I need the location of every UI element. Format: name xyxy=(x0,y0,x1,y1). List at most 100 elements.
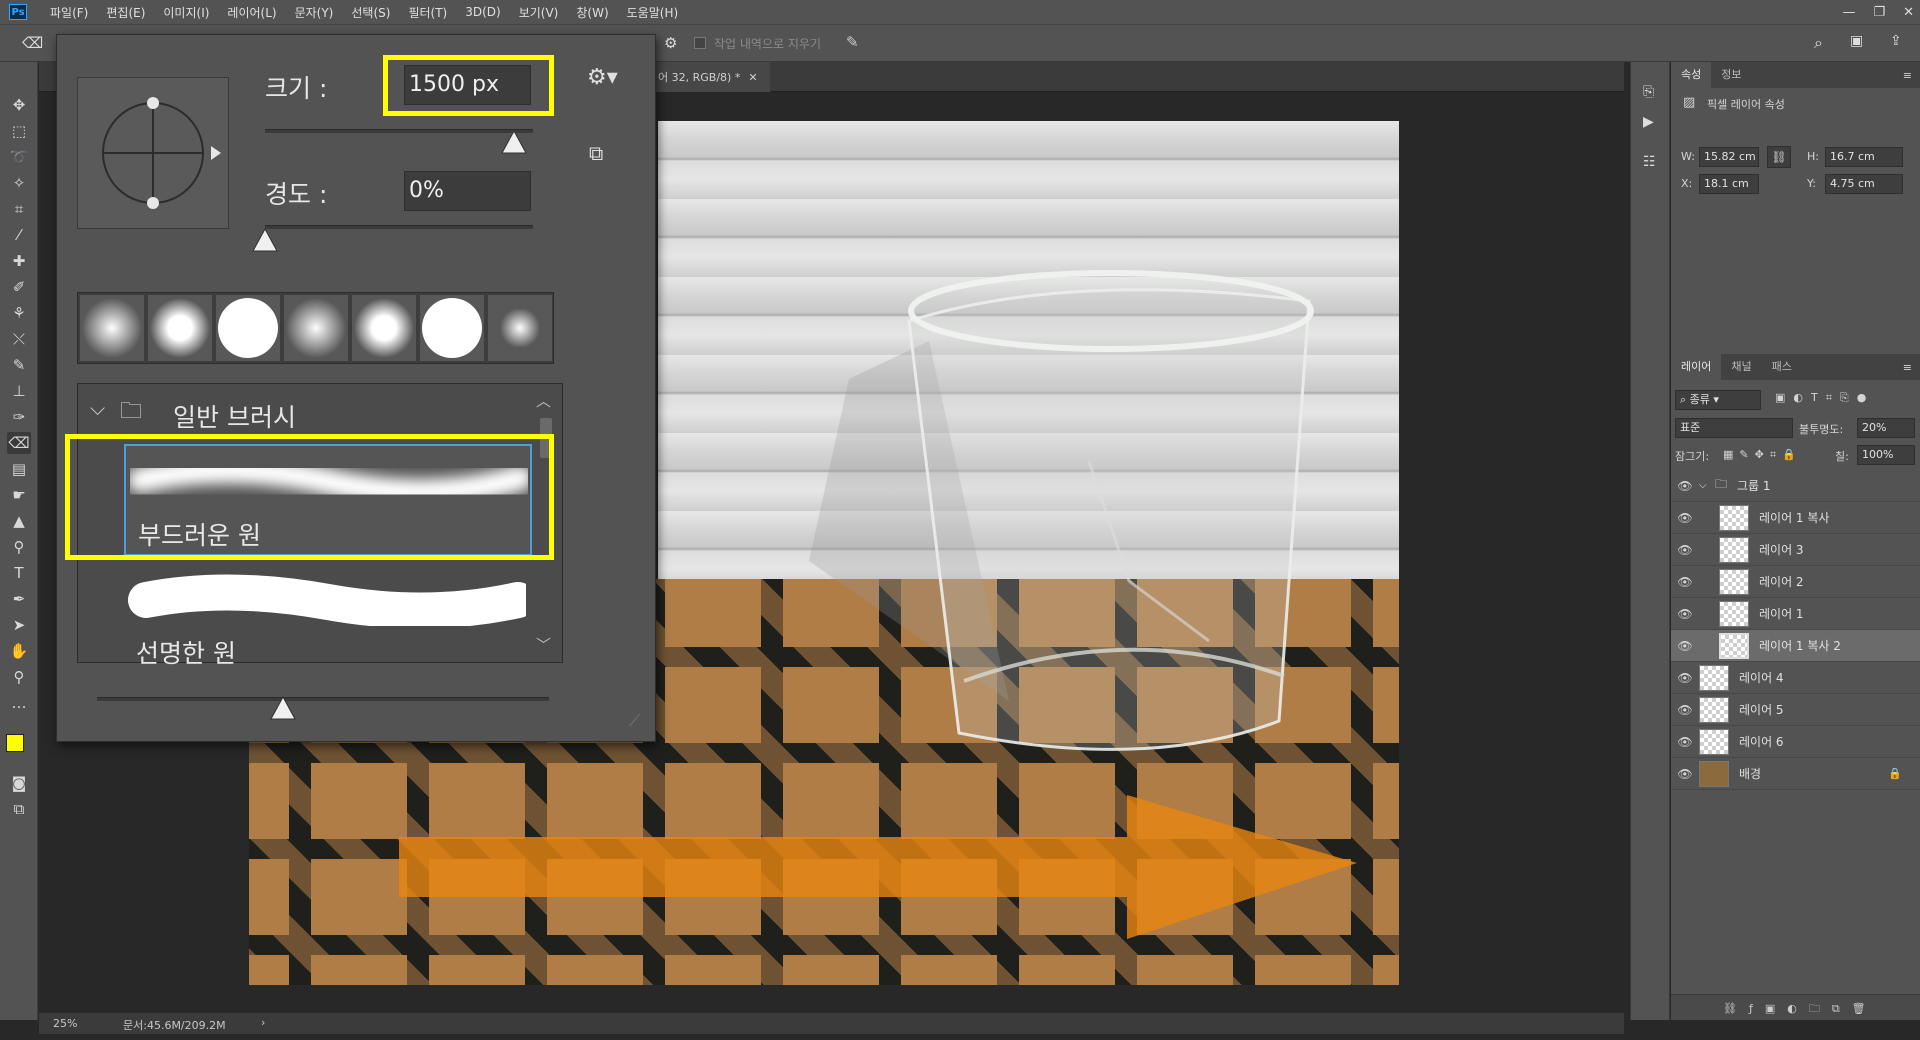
eraser-tool-icon[interactable]: ⌫ xyxy=(7,432,31,454)
panel-menu-icon[interactable]: ≡ xyxy=(1903,69,1920,82)
dodge-tool-icon[interactable]: ⚲ xyxy=(7,536,31,558)
layer-row-background[interactable]: 👁 배경 🔒 xyxy=(1671,758,1920,790)
eyedropper-tool-icon[interactable]: ⁄ xyxy=(7,224,31,246)
tab-properties[interactable]: 속성 xyxy=(1671,62,1712,88)
restore-icon[interactable]: ❐ xyxy=(1873,5,1885,20)
status-expand-icon[interactable]: › xyxy=(261,1016,265,1029)
screen-mode-icon[interactable]: ⧉ xyxy=(7,798,31,820)
visibility-eye-icon[interactable]: 👁 xyxy=(1671,511,1699,525)
history-panel-icon[interactable]: ⎘ xyxy=(1643,84,1654,100)
menu-type[interactable]: 문자(Y) xyxy=(286,4,343,21)
layer-row[interactable]: 👁 레이어 5 xyxy=(1671,694,1920,726)
adjust-panel-icon[interactable]: ☷ xyxy=(1643,154,1656,170)
layers-menu-icon[interactable]: ≡ xyxy=(1903,361,1920,374)
move-tool-icon[interactable]: ✥ xyxy=(7,94,31,116)
tab-info[interactable]: 정보 xyxy=(1711,62,1751,88)
close-icon[interactable]: ✕ xyxy=(1903,5,1914,20)
layer-filter-icons[interactable]: ▣◐T⌗⎘● xyxy=(1775,391,1874,405)
more-tools-icon[interactable]: … xyxy=(7,692,31,714)
menu-select[interactable]: 선택(S) xyxy=(342,4,399,21)
visibility-eye-icon[interactable]: 👁 xyxy=(1671,735,1699,749)
close-tab-icon[interactable]: ✕ xyxy=(748,71,757,84)
lock-icons[interactable]: ▦✎✥⌗🔒 xyxy=(1723,448,1802,462)
hardness-slider-track[interactable] xyxy=(265,225,533,229)
layer-row-group[interactable]: 👁 ⌵ 🗀 그룹 1 xyxy=(1671,470,1920,502)
layer-row[interactable]: 👁 레이어 2 xyxy=(1671,566,1920,598)
tab-channels[interactable]: 채널 xyxy=(1721,354,1761,380)
layer-row[interactable]: 👁 레이어 4 xyxy=(1671,662,1920,694)
layer-row[interactable]: 👁 레이어 1 복사 xyxy=(1671,502,1920,534)
group-chevron-icon[interactable]: ⌵ xyxy=(1699,480,1715,491)
stamp-tool-icon[interactable]: ⚘ xyxy=(7,302,31,324)
sharpen-tool-icon[interactable]: ▲ xyxy=(7,510,31,532)
menu-3d[interactable]: 3D(D) xyxy=(456,5,509,19)
scroll-up-icon[interactable]: ︿ xyxy=(536,390,551,411)
share-icon[interactable]: ⇪ xyxy=(1890,33,1902,49)
resize-grip-icon[interactable]: ⟋ xyxy=(629,711,640,731)
preview-size-slider-track[interactable] xyxy=(97,697,549,701)
clone-stamp-tool-icon[interactable]: ⊥ xyxy=(7,380,31,402)
x-field[interactable]: 18.1 cm xyxy=(1699,174,1759,194)
document-tab[interactable]: 어 32, RGB/8) * ✕ xyxy=(652,62,770,92)
lock-icon[interactable]: 🔒 xyxy=(1888,767,1902,780)
layer-row[interactable]: 👁 레이어 3 xyxy=(1671,534,1920,566)
brush-group-name[interactable]: 일반 브러시 xyxy=(173,398,296,434)
preview-size-slider-knob[interactable] xyxy=(269,695,297,723)
visibility-eye-icon[interactable]: 👁 xyxy=(1671,543,1699,557)
magic-wand-tool-icon[interactable]: ✧ xyxy=(7,172,31,194)
menu-edit[interactable]: 편집(E) xyxy=(97,4,154,21)
marquee-tool-icon[interactable]: ⬚ xyxy=(7,120,31,142)
search-icon[interactable]: ⌕ xyxy=(1814,33,1823,53)
crop-tool-icon[interactable]: ⌗ xyxy=(7,198,31,220)
opacity-field[interactable]: 20% xyxy=(1857,418,1915,438)
size-slider-track[interactable] xyxy=(265,129,533,133)
layer-row[interactable]: 👁 레이어 1 xyxy=(1671,598,1920,630)
quick-mask-icon[interactable]: ◙ xyxy=(7,772,31,794)
visibility-eye-icon[interactable]: 👁 xyxy=(1671,671,1699,685)
zoom-tool-icon[interactable]: ⚲ xyxy=(7,666,31,688)
blend-mode-select[interactable]: 표준 xyxy=(1675,418,1793,438)
menu-view[interactable]: 보기(V) xyxy=(510,4,568,21)
pencil-tool-icon[interactable]: ✎ xyxy=(7,354,31,376)
hand-tool-icon[interactable]: ✋ xyxy=(7,640,31,662)
size-slider-knob[interactable] xyxy=(500,129,528,157)
brush-tool-icon[interactable]: ✐ xyxy=(7,276,31,298)
erase-history-checkbox[interactable] xyxy=(694,37,706,49)
menu-window[interactable]: 창(W) xyxy=(567,4,617,21)
lasso-tool-icon[interactable]: ➰ xyxy=(7,146,31,168)
zoom-level[interactable]: 25% xyxy=(53,1017,77,1030)
pressure-icon[interactable]: ✎ xyxy=(846,33,859,51)
menu-filter[interactable]: 필터(T) xyxy=(399,4,456,21)
hardness-input[interactable]: 0% xyxy=(404,171,531,211)
chevron-down-icon[interactable]: ⌵ xyxy=(90,396,105,420)
healing-tool-icon[interactable]: ✚ xyxy=(7,250,31,272)
pen-tool-icon[interactable]: ✒ xyxy=(7,588,31,610)
settings-gear-icon[interactable]: ⚙▾ xyxy=(587,65,618,90)
visibility-eye-icon[interactable]: 👁 xyxy=(1671,639,1699,653)
menu-image[interactable]: 이미지(I) xyxy=(154,4,218,21)
tab-paths[interactable]: 패스 xyxy=(1762,354,1802,380)
minimize-icon[interactable]: — xyxy=(1842,5,1855,20)
visibility-eye-icon[interactable]: 👁 xyxy=(1671,703,1699,717)
layer-row-selected[interactable]: 👁 레이어 1 복사 2 xyxy=(1671,630,1920,662)
actions-panel-icon[interactable]: ▶ xyxy=(1643,114,1654,130)
scroll-down-icon[interactable]: ﹀ xyxy=(536,634,551,655)
link-icon[interactable]: ⛓ xyxy=(1767,146,1791,168)
layer-row[interactable]: 👁 레이어 6 xyxy=(1671,726,1920,758)
foreground-color-swatch[interactable] xyxy=(6,734,24,752)
brush-tip-preview[interactable] xyxy=(77,77,229,229)
menu-file[interactable]: 파일(F) xyxy=(41,4,97,21)
type-tool-icon[interactable]: T xyxy=(7,562,31,584)
gear-icon[interactable]: ⚙ xyxy=(664,34,677,52)
new-preset-icon[interactable]: ⧉ xyxy=(589,141,603,165)
brush-item-hard-round[interactable]: 선명한 원 xyxy=(124,570,532,668)
y-field[interactable]: 4.75 cm xyxy=(1825,174,1903,194)
path-select-tool-icon[interactable]: ➤ xyxy=(7,614,31,636)
eraser-tool-icon[interactable]: ⌫ xyxy=(22,34,43,52)
gradient-tool-icon[interactable]: ▤ xyxy=(7,458,31,480)
smudge-tool-icon[interactable]: ☛ xyxy=(7,484,31,506)
visibility-eye-icon[interactable]: 👁 xyxy=(1671,479,1699,493)
visibility-eye-icon[interactable]: 👁 xyxy=(1671,767,1699,781)
art-brush-tool-icon[interactable]: ✑ xyxy=(7,406,31,428)
width-field[interactable]: 15.82 cm xyxy=(1699,147,1759,167)
